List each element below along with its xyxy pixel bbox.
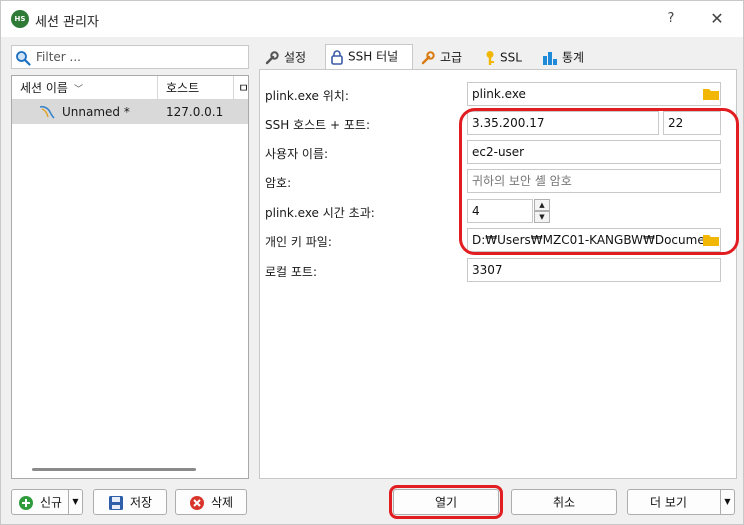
app-logo-icon: HS [11, 10, 29, 28]
open-button[interactable]: 열기 [393, 489, 499, 515]
new-button[interactable]: 신규 ▼ [11, 489, 83, 515]
bar-chart-icon [543, 51, 557, 65]
session-tree[interactable]: 세션 이름 ﹀ 호스트 ㅁ Unnamed * 127.0.0.1 [11, 75, 249, 479]
tab-advanced[interactable]: 고급 [415, 45, 477, 69]
save-button[interactable]: 저장 [93, 489, 167, 515]
folder-icon[interactable] [702, 86, 720, 102]
wrench-icon [265, 50, 279, 64]
private-key-input[interactable]: D:₩Users₩MZC01-KANGBW₩Documen [467, 228, 721, 252]
tab-ssh-tunnel[interactable]: SSH 터널 [325, 44, 413, 70]
filter-box [11, 45, 249, 69]
spin-up-button[interactable]: ▲ [534, 199, 550, 211]
username-input[interactable] [467, 140, 721, 164]
window-title: 세션 관리자 [35, 15, 99, 30]
tree-header: 세션 이름 ﹀ 호스트 ㅁ [12, 76, 248, 100]
more-button[interactable]: 더 보기 ▼ [627, 489, 735, 515]
horizontal-scrollbar[interactable] [32, 468, 196, 471]
dolphin-icon [39, 105, 55, 119]
plink-timeout-input[interactable] [467, 199, 533, 223]
wrench-icon [421, 50, 435, 64]
tab-ssl[interactable]: SSL [479, 45, 535, 69]
close-button[interactable]: ✕ [707, 9, 727, 29]
plink-location-input[interactable] [467, 82, 721, 106]
private-key-label: 개인 키 파일: [265, 235, 332, 249]
session-row[interactable]: Unnamed * 127.0.0.1 [12, 100, 248, 124]
help-button[interactable]: ? [661, 9, 681, 29]
plink-timeout-label: plink.exe 시간 초과: [265, 206, 375, 220]
plink-location-label: plink.exe 위치: [265, 89, 349, 103]
delete-button[interactable]: 삭제 [175, 489, 247, 515]
tab-settings[interactable]: 설정 [259, 45, 323, 69]
filter-input[interactable] [34, 48, 244, 66]
local-port-label: 로컬 포트: [265, 265, 318, 279]
cancel-button[interactable]: 취소 [511, 489, 617, 515]
plus-circle-icon [19, 495, 33, 510]
chevron-down-icon: ﹀ [73, 85, 83, 95]
save-disk-icon [108, 495, 123, 510]
delete-x-icon [189, 495, 204, 510]
ssh-host-port-label: SSH 호스트 + 포트: [265, 118, 370, 132]
folder-icon[interactable] [702, 232, 720, 248]
column-header-host[interactable]: 호스트 [158, 76, 234, 100]
lock-icon [331, 49, 343, 65]
column-header-extra[interactable]: ㅁ [234, 76, 248, 100]
local-port-input[interactable] [467, 258, 721, 282]
session-name: Unnamed * [62, 105, 130, 119]
ssh-port-input[interactable] [663, 111, 721, 135]
column-header-session-name[interactable]: 세션 이름 ﹀ [12, 76, 158, 100]
timeout-spinner: ▲ ▼ [534, 199, 550, 223]
session-manager-window: HS 세션 관리자 ? ✕ 세션 이름﹀ 호스트 ㅁ Unnamed * 127… [0, 0, 744, 525]
new-dropdown-arrow[interactable]: ▼ [68, 490, 82, 514]
key-icon [486, 50, 494, 65]
ssh-host-input[interactable] [467, 111, 659, 135]
search-icon [16, 51, 31, 66]
session-host: 127.0.0.1 [166, 105, 224, 119]
password-input[interactable] [467, 169, 721, 193]
username-label: 사용자 이름: [265, 147, 329, 161]
spin-down-button[interactable]: ▼ [534, 211, 550, 223]
title-bar: HS 세션 관리자 ? ✕ [1, 1, 743, 37]
password-label: 암호: [265, 176, 292, 190]
tab-statistics[interactable]: 통계 [537, 45, 599, 69]
more-dropdown-arrow[interactable]: ▼ [720, 490, 734, 514]
